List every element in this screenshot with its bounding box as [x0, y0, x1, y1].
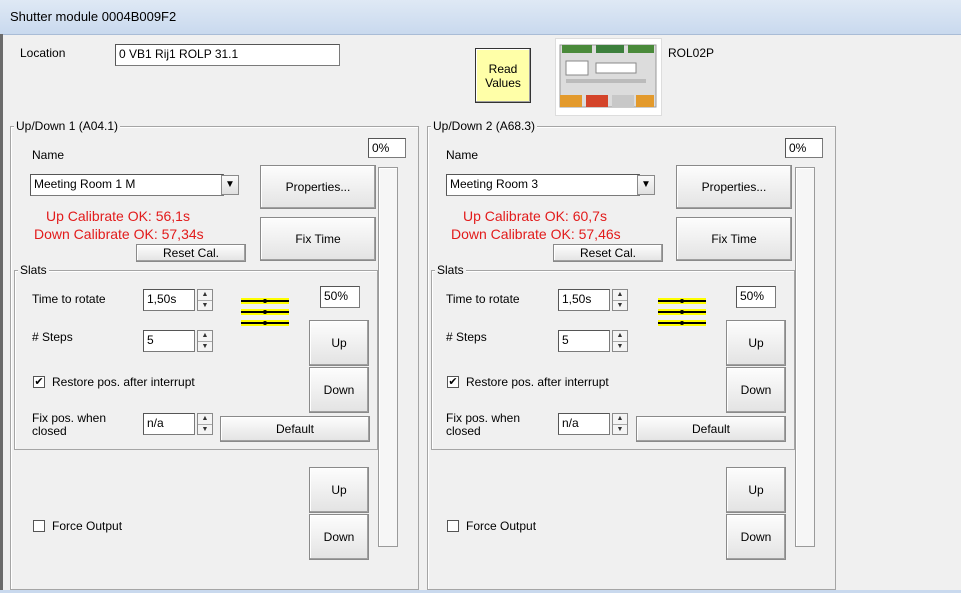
up-down-2-force-output-label: Force Output — [466, 519, 537, 533]
window-title: Shutter module 0004B009F2 — [10, 9, 177, 24]
up-down-1-fix-time-button[interactable]: Fix Time — [260, 217, 376, 261]
chevron-down-icon[interactable]: ▼ — [637, 175, 655, 195]
up-down-2-slats-title: Slats — [435, 263, 466, 277]
up-down-1-restore-checkbox[interactable]: ✔ — [33, 376, 45, 388]
slats-icon — [241, 298, 289, 326]
up-down-1-position-bar — [378, 167, 398, 547]
up-down-2-time-rotate-spinner[interactable]: ▲ ▼ — [612, 289, 628, 311]
up-down-1-restore-label: Restore pos. after interrupt — [52, 375, 195, 389]
slats-icon — [658, 298, 706, 326]
up-down-1-properties-button[interactable]: Properties... — [260, 165, 376, 209]
up-down-1-title: Up/Down 1 (A04.1) — [14, 119, 121, 133]
up-down-1-steps-spinner[interactable]: ▲ ▼ — [197, 330, 213, 352]
up-down-1-force-output-label: Force Output — [52, 519, 123, 533]
module-picture-icon — [559, 44, 657, 108]
up-down-2-percent: 0% — [785, 138, 823, 158]
up-down-1-fix-pos-input[interactable]: n/a — [143, 413, 195, 435]
up-down-1-name-combo[interactable]: Meeting Room 1 M — [30, 174, 224, 196]
up-down-2-time-rotate-input[interactable]: 1,50s — [558, 289, 610, 311]
title-bar: Shutter module 0004B009F2 — [0, 0, 961, 35]
read-values-label-line2: Values — [485, 75, 521, 90]
read-values-button[interactable]: Read Values — [475, 48, 531, 103]
up-down-2-time-rotate-label: Time to rotate — [446, 292, 520, 306]
up-down-1-steps-input[interactable]: 5 — [143, 330, 195, 352]
up-down-2-fix-pos-label: Fix pos. when closed — [446, 412, 520, 438]
up-down-2-position-bar — [795, 167, 815, 547]
up-down-2-steps-spinner[interactable]: ▲ ▼ — [612, 330, 628, 352]
up-down-2-name-label: Name — [446, 148, 479, 162]
up-down-2-down-button[interactable]: Down — [726, 514, 786, 560]
up-down-2-fix-time-button[interactable]: Fix Time — [676, 217, 792, 261]
up-down-1-down-calibrate: Down Calibrate OK: 57,34s — [34, 226, 204, 242]
up-down-2-up-calibrate: Up Calibrate OK: 60,7s — [463, 208, 607, 224]
up-down-1-time-rotate-input[interactable]: 1,50s — [143, 289, 195, 311]
up-down-1-time-rotate-spinner[interactable]: ▲ ▼ — [197, 289, 213, 311]
fix-pos-label-line2: closed — [32, 424, 67, 438]
up-down-1-slat-percent: 50% — [320, 286, 360, 308]
up-down-2-force-output-checkbox[interactable] — [447, 520, 459, 532]
up-down-2-default-button[interactable]: Default — [636, 416, 786, 442]
up-down-1-down-button[interactable]: Down — [309, 514, 369, 560]
up-down-2-reset-cal-button[interactable]: Reset Cal. — [553, 244, 663, 262]
window-left-border — [0, 34, 3, 593]
up-down-2-steps-label: # Steps — [446, 330, 487, 344]
up-down-1-time-rotate-label: Time to rotate — [32, 292, 106, 306]
up-down-1-default-button[interactable]: Default — [220, 416, 370, 442]
up-down-2-fix-pos-spinner[interactable]: ▲ ▼ — [612, 413, 628, 435]
fix-pos-label-line2: closed — [446, 424, 481, 438]
up-down-2-steps-input[interactable]: 5 — [558, 330, 610, 352]
location-input[interactable]: 0 VB1 Rij1 ROLP 31.1 — [115, 44, 340, 66]
up-down-1-up-calibrate: Up Calibrate OK: 56,1s — [46, 208, 190, 224]
up-down-1-steps-label: # Steps — [32, 330, 73, 344]
read-values-label-line1: Read — [488, 61, 518, 76]
location-label: Location — [20, 46, 66, 60]
up-down-2-fix-pos-input[interactable]: n/a — [558, 413, 610, 435]
up-down-1-reset-cal-button[interactable]: Reset Cal. — [136, 244, 246, 262]
up-down-1-force-output-checkbox[interactable] — [33, 520, 45, 532]
up-down-1-fix-pos-label: Fix pos. when closed — [32, 412, 106, 438]
up-down-1-name-label: Name — [32, 148, 65, 162]
up-down-1-fix-pos-spinner[interactable]: ▲ ▼ — [197, 413, 213, 435]
chevron-down-icon[interactable]: ▼ — [221, 175, 239, 195]
up-down-2-slats-up-button[interactable]: Up — [726, 320, 786, 366]
up-down-1-slats-down-button[interactable]: Down — [309, 367, 369, 413]
up-down-1-percent: 0% — [368, 138, 406, 158]
up-down-2-slat-percent: 50% — [736, 286, 776, 308]
up-down-2-down-calibrate: Down Calibrate OK: 57,46s — [451, 226, 621, 242]
up-down-2-properties-button[interactable]: Properties... — [676, 165, 792, 209]
up-down-1-slats-up-button[interactable]: Up — [309, 320, 369, 366]
device-image — [555, 38, 662, 116]
up-down-1-slats-title: Slats — [18, 263, 49, 277]
up-down-2-title: Up/Down 2 (A68.3) — [431, 119, 538, 133]
up-down-2-slats-down-button[interactable]: Down — [726, 367, 786, 413]
up-down-2-up-button[interactable]: Up — [726, 467, 786, 513]
up-down-1-up-button[interactable]: Up — [309, 467, 369, 513]
up-down-2-restore-checkbox[interactable]: ✔ — [447, 376, 459, 388]
model-label: ROL02P — [668, 46, 715, 60]
up-down-2-restore-label: Restore pos. after interrupt — [466, 375, 609, 389]
up-down-2-name-combo[interactable]: Meeting Room 3 — [446, 174, 640, 196]
